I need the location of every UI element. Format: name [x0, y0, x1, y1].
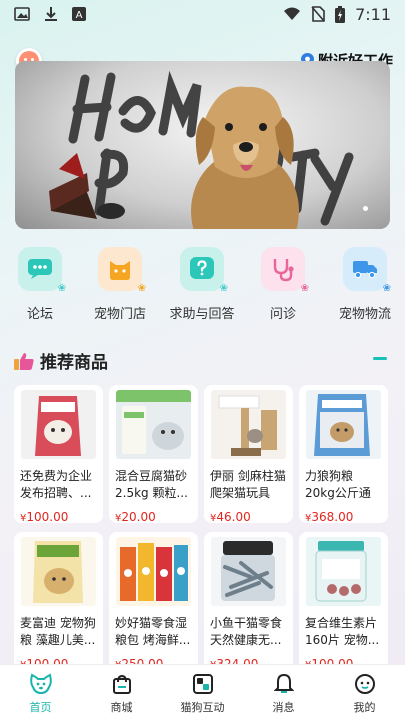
banner-image [49, 70, 354, 229]
tab-label: 商城 [110, 701, 133, 714]
tab-mall[interactable]: 商城 [81, 665, 162, 720]
category-label: 论坛 [26, 307, 53, 322]
section-title: 推荐商品 [40, 353, 108, 373]
paw-icon: ❀ [300, 283, 309, 294]
tab-home[interactable]: 首页 [0, 665, 81, 720]
svg-text:A: A [76, 10, 83, 21]
wifi-icon [284, 7, 301, 20]
product-card[interactable]: 复合维生素片160片 宠物... ¥100.00 [299, 532, 388, 672]
product-price: ¥100.00 [20, 510, 69, 523]
product-name: 伊丽 剑麻柱猫爬架猫玩具 [210, 469, 286, 500]
tab-label: 消息 [272, 701, 295, 714]
category-label: 宠物门店 [93, 307, 146, 322]
bell-icon [273, 673, 294, 693]
paw-icon: ❀ [219, 283, 228, 294]
profile-icon [354, 674, 375, 694]
product-image [211, 390, 286, 459]
product-name: 混合豆腐猫砂2.5kg 颗粒... [115, 469, 188, 500]
category-pet-logistics[interactable]: ❀ 宠物物流 [325, 247, 405, 322]
cat-face-icon: ❀ [98, 247, 146, 294]
thumbs-up-icon [14, 352, 34, 370]
product-card[interactable]: 还免费为企业发布招聘、... ¥100.00 [14, 385, 103, 523]
product-name: 力狼狗粮20kg公斤通用型... [305, 469, 371, 500]
product-price: ¥46.00 [210, 510, 251, 523]
product-image [116, 537, 191, 606]
truck-icon: ❀ [343, 247, 391, 294]
battery-charging-icon [335, 5, 346, 23]
tab-pet-interaction[interactable]: 猫狗互动 [162, 665, 243, 720]
text-icon: A [72, 7, 86, 21]
product-image [306, 390, 381, 459]
category-nav: ❀ 论坛 ❀ 宠物门店 ❀ 求助与回答 ❀ 问诊 ❀ 宠物物流 [0, 247, 405, 327]
promo-banner[interactable] [15, 61, 390, 229]
download-icon [45, 7, 57, 21]
category-label: 求助与回答 [169, 307, 235, 322]
product-image [116, 390, 191, 459]
category-pet-store[interactable]: ❀ 宠物门店 [80, 247, 160, 322]
section-header: 推荐商品 [14, 348, 108, 373]
category-consultation[interactable]: ❀ 问诊 [243, 247, 323, 322]
paw-icon: ❀ [137, 283, 146, 294]
status-bar: A 7:11 [0, 0, 405, 28]
category-label: 问诊 [269, 307, 296, 322]
interaction-icon [192, 674, 213, 694]
chat-icon: ❀ [18, 247, 66, 294]
paw-icon: ❀ [382, 283, 391, 294]
product-name: 小鱼干猫零食 天然健康无... [210, 616, 283, 647]
gallery-icon [14, 7, 30, 21]
product-price: ¥20.00 [115, 510, 156, 523]
tab-label: 首页 [29, 701, 52, 714]
section-indicator [373, 357, 387, 360]
product-card[interactable]: 力狼狗粮20kg公斤通用型... ¥368.00 [299, 385, 388, 523]
category-forum[interactable]: ❀ 论坛 [0, 247, 80, 322]
product-image [306, 537, 381, 606]
category-label: 宠物物流 [338, 307, 391, 322]
product-price: ¥368.00 [305, 510, 354, 523]
tab-profile[interactable]: 我的 [324, 665, 405, 720]
product-name: 还免费为企业发布招聘、... [20, 469, 93, 500]
category-help-qa[interactable]: ❀ 求助与回答 [162, 247, 242, 322]
product-card[interactable]: 小鱼干猫零食 天然健康无... ¥324.00 [204, 532, 293, 672]
bottom-tab-bar: 首页 商城 猫狗互动 消息 我的 [0, 664, 405, 720]
no-sim-icon [311, 6, 325, 22]
tab-label: 猫狗互动 [180, 701, 225, 714]
product-card[interactable]: 混合豆腐猫砂2.5kg 颗粒... ¥20.00 [109, 385, 198, 523]
product-name: 妙好猫零食湿粮包 烤海鲜... [115, 616, 191, 647]
tab-messages[interactable]: 消息 [243, 665, 324, 720]
shopping-bag-icon [112, 674, 131, 694]
stethoscope-icon: ❀ [261, 247, 309, 294]
paw-icon: ❀ [57, 283, 66, 294]
product-card[interactable]: 妙好猫零食湿粮包 烤海鲜... ¥250.00 [109, 532, 198, 672]
product-card[interactable]: 伊丽 剑麻柱猫爬架猫玩具 ¥46.00 [204, 385, 293, 523]
product-image [21, 537, 96, 606]
product-card[interactable]: 麦富迪 宠物狗粮 藻趣儿美... ¥100.00 [14, 532, 103, 672]
tab-label: 我的 [353, 701, 376, 714]
product-name: 麦富迪 宠物狗粮 藻趣儿美... [20, 616, 96, 647]
question-icon: ❀ [180, 247, 228, 294]
product-image [21, 390, 96, 459]
dog-face-icon [29, 673, 52, 695]
clock: 7:11 [355, 4, 391, 24]
product-name: 复合维生素片160片 宠物... [305, 616, 380, 647]
product-image [211, 537, 286, 606]
carousel-indicator [363, 206, 368, 211]
